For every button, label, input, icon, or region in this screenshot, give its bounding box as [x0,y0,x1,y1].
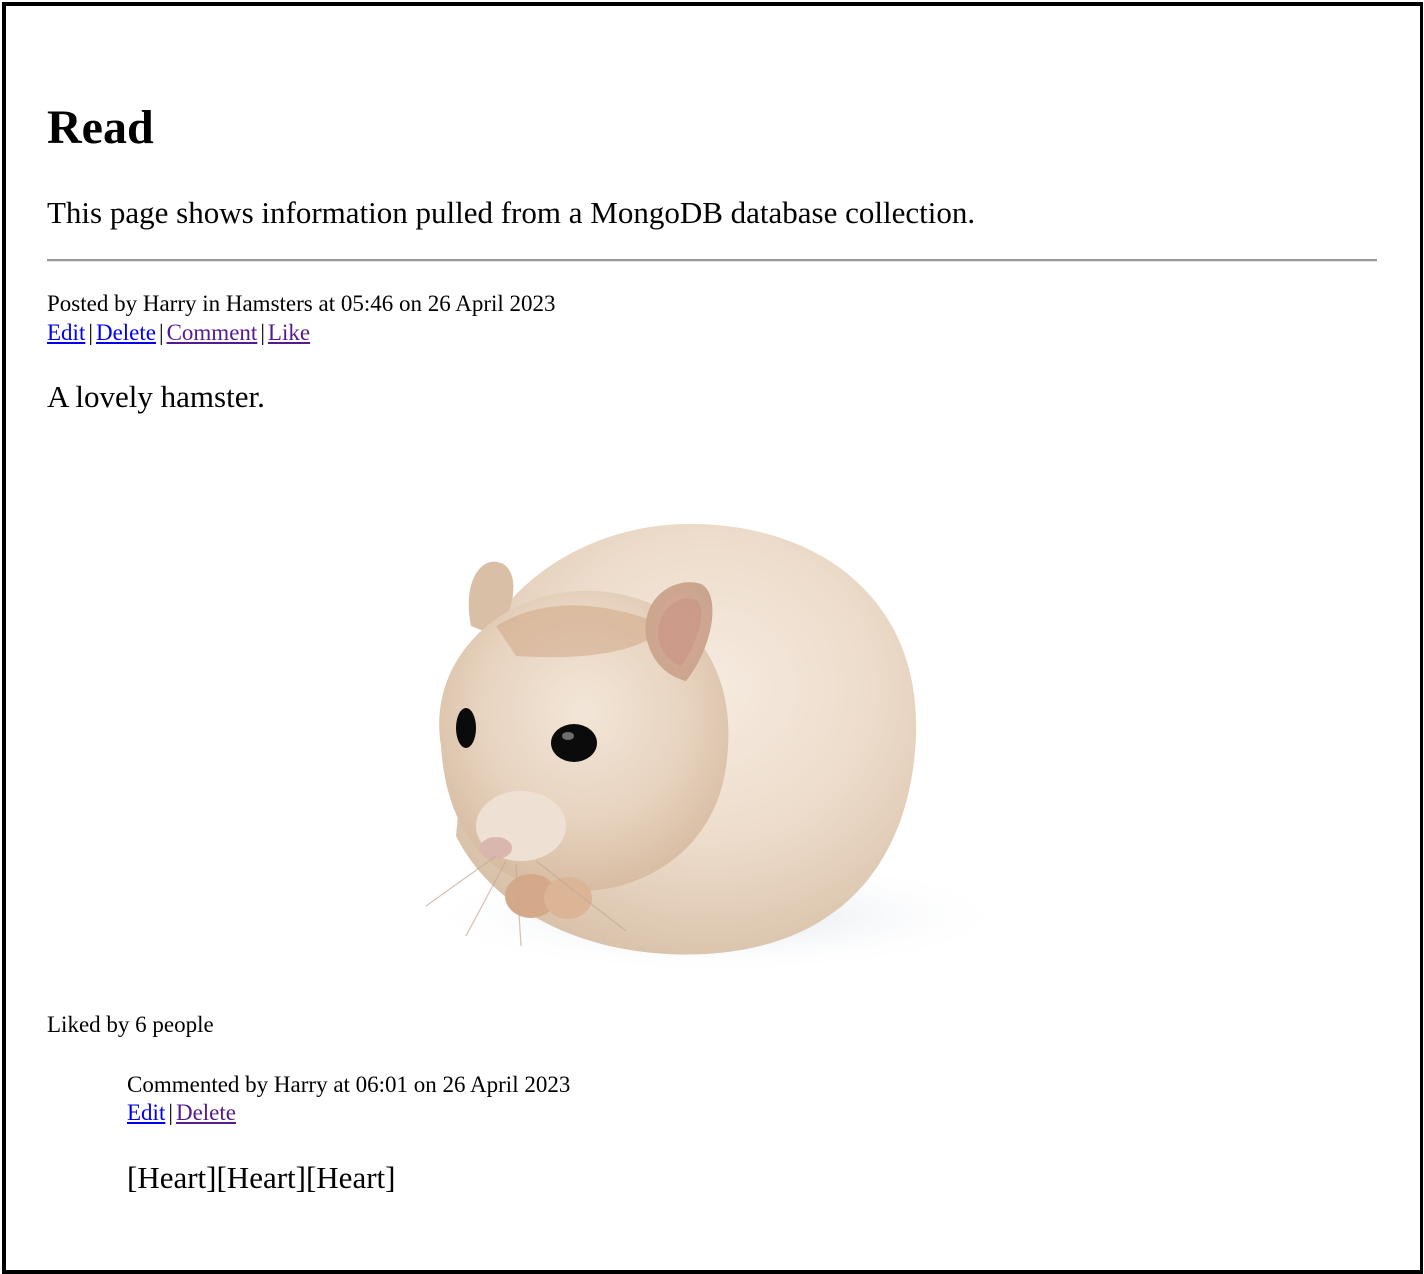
comment-meta: Commented by Harry at 06:01 on 26 April … [127,1072,571,1097]
post-meta: Posted by Harry in Hamsters at 05:46 on … [47,291,556,316]
comment-actions: Edit | Delete [127,1098,236,1127]
comment-body: [Heart][Heart][Heart] [127,1160,396,1195]
separator: | [260,320,265,345]
page-intro: This page shows information pulled from … [47,195,976,230]
post-body: A lovely hamster. [47,379,265,414]
post-delete-link[interactable]: Delete [96,320,156,345]
post-edit-link[interactable]: Edit [47,320,85,345]
separator: | [168,1100,173,1125]
separator: | [88,320,93,345]
likes-count: Liked by 6 people [47,1012,214,1037]
separator: | [158,320,164,345]
page-frame: Read This page shows information pulled … [2,2,1423,1274]
hamster-image [416,523,1016,974]
comment-delete-link[interactable]: Delete [176,1100,236,1125]
page-title: Read [47,101,154,154]
divider [47,259,1377,262]
post-comment-link[interactable]: Comment [167,320,258,345]
post-actions: Edit | Delete | Comment | Like [47,318,310,347]
comment-edit-link[interactable]: Edit [127,1100,165,1125]
post-like-link[interactable]: Like [268,320,310,345]
